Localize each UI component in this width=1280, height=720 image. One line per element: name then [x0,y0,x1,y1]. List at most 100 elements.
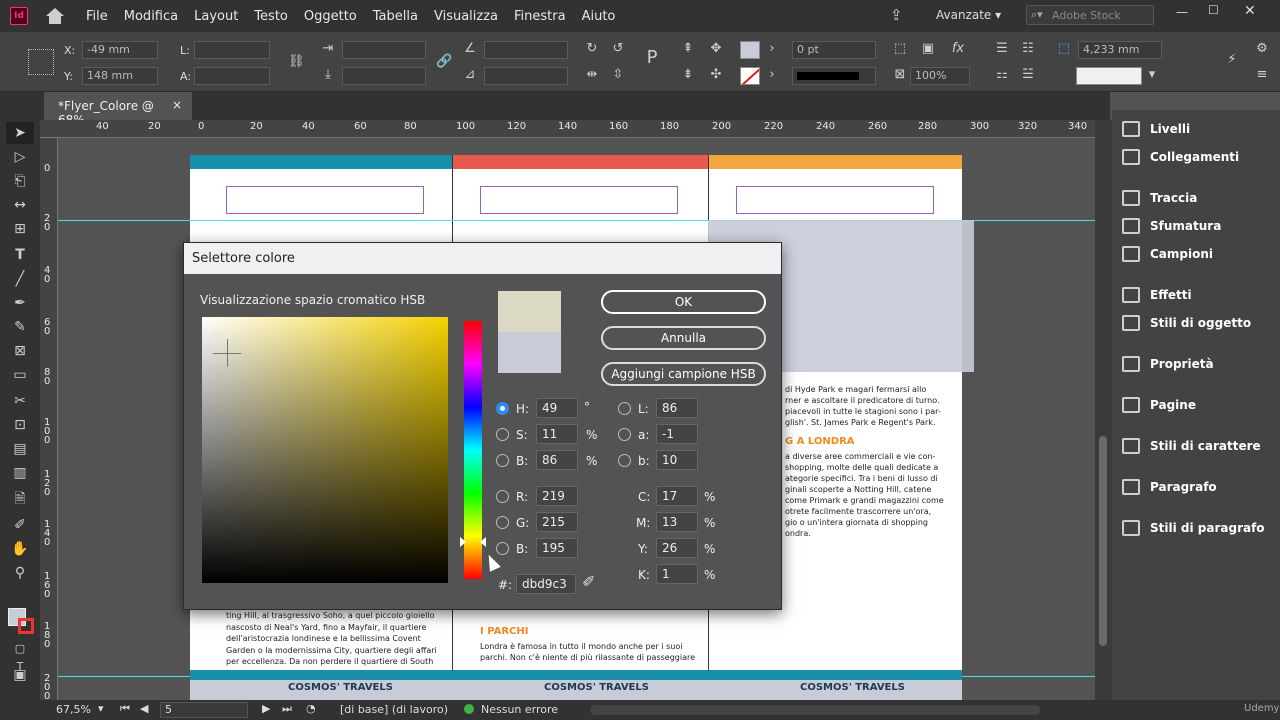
horizontal-scrollbar[interactable] [590,705,1040,715]
effects-icon[interactable]: fx [950,41,966,57]
line-tool-icon[interactable]: ╱ [11,270,29,288]
select-content-icon[interactable]: ✥ [708,41,724,57]
r-field[interactable]: 219 [536,486,578,506]
next-page-icon[interactable]: ▶ [262,702,270,715]
eyedropper-tool-icon[interactable]: ✐ [11,516,29,534]
note-tool-icon[interactable]: 🗎 [11,490,29,508]
pencil-tool-icon[interactable]: ✎ [11,318,29,336]
type-tool-icon[interactable]: T [11,246,29,264]
page-tool-icon[interactable]: ⎗ [11,172,29,190]
select-next-icon[interactable]: ✣ [708,67,724,83]
page-number-field[interactable]: 5 [160,702,248,718]
gradient-feather-tool-icon[interactable]: ▥ [11,464,29,482]
panel-effetti[interactable]: Effetti [1122,282,1192,308]
indesign-app-icon[interactable]: Id [10,7,28,25]
page-options-icon[interactable]: ◔ [306,702,316,715]
stroke-swatch[interactable] [740,67,760,85]
selection-tool-icon[interactable]: ➤ [11,124,29,142]
placeholder-frame-1[interactable] [226,186,424,214]
last-page-icon[interactable]: ⏭ [282,702,292,716]
share-icon[interactable]: ⇪ [890,6,903,24]
distribute-icon[interactable]: ⚏ [994,67,1010,83]
scale-x-field[interactable] [342,41,426,59]
ok-button[interactable]: OK [601,290,766,314]
panel-menu-icon[interactable]: ≡ [1254,67,1270,83]
direct-selection-tool-icon[interactable]: ▷ [11,148,29,166]
gradient-swatch-tool-icon[interactable]: ▤ [11,440,29,458]
menu-finestra[interactable]: Finestra [514,9,566,24]
fill-swatch[interactable] [740,41,760,59]
flip-horizontal-icon[interactable]: ⇹ [584,67,600,83]
height-field[interactable] [194,67,270,85]
free-transform-tool-icon[interactable]: ⊡ [11,416,29,434]
radio-h[interactable] [496,402,509,415]
select-previous-icon[interactable]: ⇟ [680,67,696,83]
home-icon[interactable] [46,8,64,24]
opacity-field[interactable]: 100% [910,67,970,85]
workspace-switcher[interactable]: Avanzate ▾ [936,8,1001,22]
gap-tool-icon[interactable]: ↔ [11,196,29,214]
panel-campioni[interactable]: Campioni [1122,241,1213,267]
menu-layout[interactable]: Layout [194,9,238,24]
panel-paragrafo[interactable]: Paragrafo [1122,474,1217,500]
reference-point-icon[interactable] [28,49,54,75]
rotation-field[interactable] [484,41,568,59]
stroke-weight-field[interactable]: 0 pt [792,41,876,59]
panel-traccia[interactable]: Traccia [1122,185,1197,211]
settings-gear-icon[interactable]: ⚙ [1254,41,1270,57]
panel-proprieta[interactable]: Proprietà [1122,351,1214,377]
panel-livelli[interactable]: Livelli [1122,116,1190,142]
dimension-field[interactable]: 4,233 mm [1078,41,1162,59]
prev-page-icon[interactable]: ◀ [140,702,148,715]
rotate-angle-icon[interactable]: ∠ [462,41,478,57]
hue-slider-left-arrow[interactable] [460,537,466,547]
h-field[interactable]: 49 [536,398,578,418]
cancel-button[interactable]: Annulla [601,326,766,350]
panel-stili-paragrafo[interactable]: Stili di paragrafo [1122,515,1265,541]
close-window-icon[interactable]: ✕ [1244,3,1256,19]
stroke-dropdown-icon[interactable]: › [764,67,780,83]
s-field[interactable]: 11 [536,424,578,444]
l-field[interactable]: 86 [656,398,698,418]
select-container-icon[interactable]: ⇞ [680,41,696,57]
scissors-tool-icon[interactable]: ✂ [11,392,29,410]
g-field[interactable]: 215 [536,512,578,532]
add-swatch-button[interactable]: Aggiungi campione HSB [601,362,766,386]
shear-angle-icon[interactable]: ⊿ [462,67,478,83]
hex-field[interactable]: dbd9c3 [516,574,576,594]
zoom-tool-icon[interactable]: ⚲ [11,564,29,582]
vertical-scrollbar[interactable] [1095,120,1112,700]
object-style-dropdown-icon[interactable]: ▾ [1144,67,1160,83]
opacity-icon[interactable]: ⊠ [892,67,908,83]
radio-s[interactable] [496,428,509,441]
rectangle-frame-tool-icon[interactable]: ⊠ [11,342,29,360]
scale-y-field[interactable] [342,67,426,85]
frame-dimension-icon[interactable]: ⬚ [1056,41,1072,57]
quick-apply-icon[interactable]: ⚡ [1224,52,1240,68]
scale-y-icon[interactable]: ⤓ [320,67,336,83]
placeholder-frame-2[interactable] [480,186,678,214]
shear-field[interactable] [484,67,568,85]
first-page-icon[interactable]: ⏮ [120,702,130,716]
formatting-affects-container-icon[interactable]: ▢ T [11,640,29,673]
flip-vertical-icon[interactable]: ⇳ [610,67,626,83]
content-collector-icon[interactable]: ⊞ [11,220,29,238]
rotate-cw-icon[interactable]: ↻ [584,41,600,57]
y-position-field[interactable]: 148 mm [82,67,158,85]
radio-l[interactable] [618,402,631,415]
menu-tabella[interactable]: Tabella [373,9,418,24]
radio-b[interactable] [496,454,509,467]
hand-tool-icon[interactable]: ✋ [11,540,29,558]
menu-modifica[interactable]: Modifica [124,9,178,24]
minimize-icon[interactable]: — [1176,5,1188,19]
align-left-icon[interactable]: ☰ [994,41,1010,57]
fill-dropdown-icon[interactable]: › [764,41,780,57]
radio-a[interactable] [618,428,631,441]
panel-pagine[interactable]: Pagine [1122,392,1196,418]
menu-visualizza[interactable]: Visualizza [434,9,498,24]
preflight-status[interactable]: Nessun errore [481,703,558,716]
scale-link-icon[interactable]: 🔗 [436,54,452,70]
x-position-field[interactable]: -49 mm [82,41,158,59]
panel-stili-oggetto[interactable]: Stili di oggetto [1122,310,1251,336]
width-field[interactable] [194,41,270,59]
